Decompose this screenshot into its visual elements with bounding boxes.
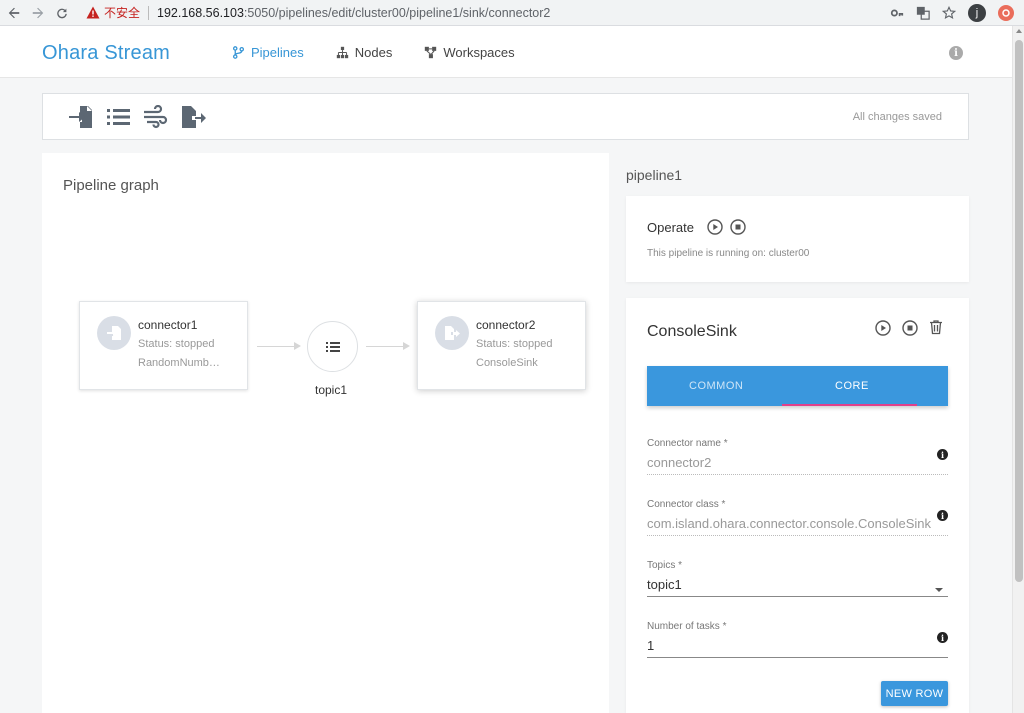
page-scrollbar[interactable] xyxy=(1012,26,1024,713)
sink-node-icon xyxy=(435,316,469,350)
topics-select[interactable]: topic1 xyxy=(647,577,948,597)
field-label: Number of tasks * xyxy=(647,621,727,632)
graph-node-connector2[interactable]: connector2 Status: stopped ConsoleSink xyxy=(417,301,586,390)
node-name: connector1 xyxy=(138,318,198,332)
connector-name-field[interactable]: Connector name * connector2 i xyxy=(647,438,948,475)
topic-icon xyxy=(325,341,340,352)
info-icon[interactable]: i xyxy=(937,632,948,643)
fork-icon xyxy=(232,46,245,59)
field-label: Connector class * xyxy=(647,499,726,510)
pipeline-graph-panel: Pipeline graph connector1 Status: stoppe… xyxy=(42,153,609,713)
node-class: ConsoleSink xyxy=(476,357,538,369)
sitemap-icon xyxy=(336,46,348,59)
pipeline-toolbar: All changes saved xyxy=(42,93,969,140)
nav-workspaces-label: Workspaces xyxy=(443,45,515,60)
node-name: connector2 xyxy=(476,318,536,332)
graph-node-connector1[interactable]: connector1 Status: stopped RandomNumb… xyxy=(79,301,248,390)
running-status: This pipeline is running on: cluster00 xyxy=(647,248,810,259)
save-status: All changes saved xyxy=(852,111,942,123)
node-status: Status: stopped xyxy=(476,338,553,350)
app-header: Ohara Stream Pipelines Nodes Workspaces … xyxy=(0,26,1012,78)
source-connector-icon[interactable] xyxy=(68,105,94,129)
topic-list-icon[interactable] xyxy=(106,105,132,129)
info-icon[interactable]: i xyxy=(949,46,963,60)
network-icon xyxy=(425,46,437,59)
url-separator xyxy=(148,5,150,20)
address-bar[interactable]: 不安全 192.168.56.103:5050/pipelines/edit/c… xyxy=(86,3,890,23)
tab-active-indicator xyxy=(782,404,917,406)
brand-logo[interactable]: Ohara Stream xyxy=(42,42,170,65)
connector-card: ConsoleSink COMMON CORE Connector name *… xyxy=(626,298,969,713)
graph-title: Pipeline graph xyxy=(63,177,159,194)
connector-class-input[interactable]: com.island.ohara.connector.console.Conso… xyxy=(647,516,948,536)
graph-node-topic1[interactable] xyxy=(307,321,358,372)
stop-pipeline-icon[interactable] xyxy=(730,219,746,235)
nav-workspaces[interactable]: Workspaces xyxy=(424,45,515,60)
back-icon[interactable] xyxy=(4,3,24,23)
tasks-field[interactable]: Number of tasks * 1 i xyxy=(647,621,948,658)
nav-pipelines-label: Pipelines xyxy=(251,45,304,60)
new-row-button[interactable]: NEW ROW xyxy=(881,681,948,706)
topics-field[interactable]: Topics * topic1 xyxy=(647,560,948,597)
tab-core[interactable]: CORE xyxy=(835,380,869,392)
chevron-down-icon[interactable] xyxy=(935,588,943,592)
warning-icon xyxy=(86,6,100,19)
connector-class-field[interactable]: Connector class * com.island.ohara.conne… xyxy=(647,499,948,536)
key-icon[interactable] xyxy=(890,6,904,20)
operate-card: Operate This pipeline is running on: clu… xyxy=(626,196,969,282)
start-connector-icon[interactable] xyxy=(875,320,891,336)
main-nav: Pipelines Nodes Workspaces xyxy=(232,45,515,60)
scroll-up-arrow[interactable] xyxy=(1016,29,1022,33)
info-icon[interactable]: i xyxy=(937,510,948,521)
nav-nodes-label: Nodes xyxy=(354,45,393,60)
url-path: :5050/pipelines/edit/cluster00/pipeline1… xyxy=(243,5,551,20)
stop-connector-icon[interactable] xyxy=(902,320,918,336)
node-class: RandomNumb… xyxy=(138,357,220,369)
nav-nodes[interactable]: Nodes xyxy=(336,45,393,60)
url-host: 192.168.56.103 xyxy=(157,5,244,20)
tasks-input[interactable]: 1 xyxy=(647,638,948,658)
tab-common[interactable]: COMMON xyxy=(689,380,743,392)
delete-icon[interactable] xyxy=(928,319,944,335)
star-icon[interactable] xyxy=(942,5,956,20)
operate-label: Operate xyxy=(647,220,694,235)
extension-icon[interactable] xyxy=(998,4,1014,21)
graph-edge xyxy=(366,342,410,350)
graph-edge xyxy=(257,342,301,350)
stream-icon[interactable] xyxy=(143,104,169,129)
connector-name-input[interactable]: connector2 xyxy=(647,455,948,475)
connector-title: ConsoleSink xyxy=(647,323,737,340)
pipeline-name: pipeline1 xyxy=(626,167,683,183)
info-icon[interactable]: i xyxy=(937,449,948,460)
source-node-icon xyxy=(97,316,131,350)
sink-connector-icon[interactable] xyxy=(181,105,207,129)
profile-avatar[interactable]: j xyxy=(968,3,986,22)
insecure-label: 不安全 xyxy=(104,6,141,20)
browser-toolbar: 不安全 192.168.56.103:5050/pipelines/edit/c… xyxy=(0,0,1024,26)
scroll-thumb[interactable] xyxy=(1015,40,1023,582)
translate-icon[interactable] xyxy=(916,6,930,20)
connector-tabs: COMMON CORE xyxy=(647,366,948,406)
node-status: Status: stopped xyxy=(138,338,215,350)
topic-label: topic1 xyxy=(315,383,348,397)
field-label: Connector name * xyxy=(647,438,728,449)
field-label: Topics * xyxy=(647,560,683,571)
reload-icon[interactable] xyxy=(52,3,72,23)
start-pipeline-icon[interactable] xyxy=(707,219,723,235)
nav-pipelines[interactable]: Pipelines xyxy=(232,45,304,60)
forward-icon[interactable] xyxy=(28,3,48,23)
